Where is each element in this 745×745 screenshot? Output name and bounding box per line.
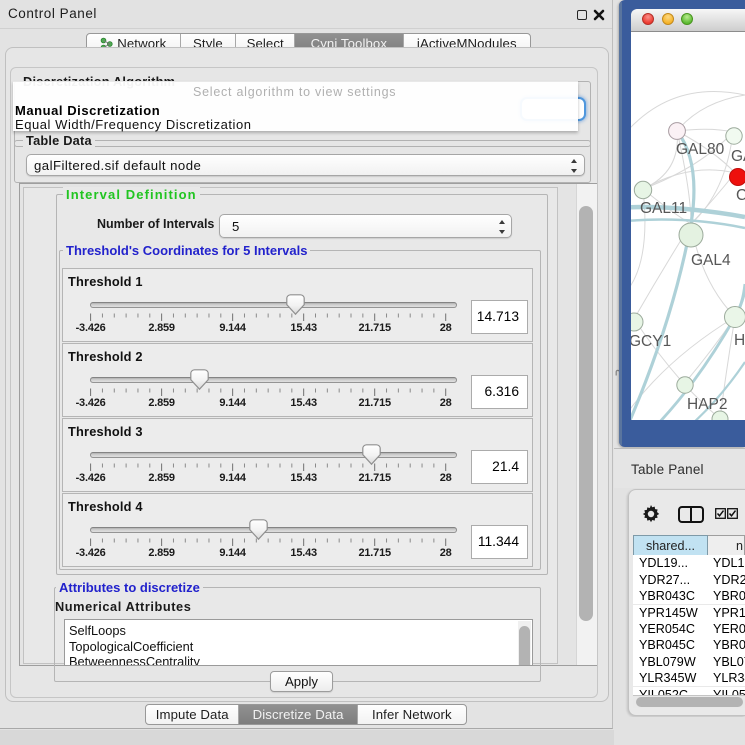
svg-text:GAL4: GAL4 (691, 252, 731, 269)
svg-text:GA: GA (731, 148, 745, 165)
svg-text:HAP2: HAP2 (687, 396, 728, 413)
svg-text:GAL11: GAL11 (640, 200, 687, 217)
svg-text:GAL80: GAL80 (676, 141, 725, 158)
svg-text:C: C (736, 187, 745, 204)
svg-text:H: H (734, 332, 745, 349)
svg-text:GCY1: GCY1 (631, 333, 671, 350)
